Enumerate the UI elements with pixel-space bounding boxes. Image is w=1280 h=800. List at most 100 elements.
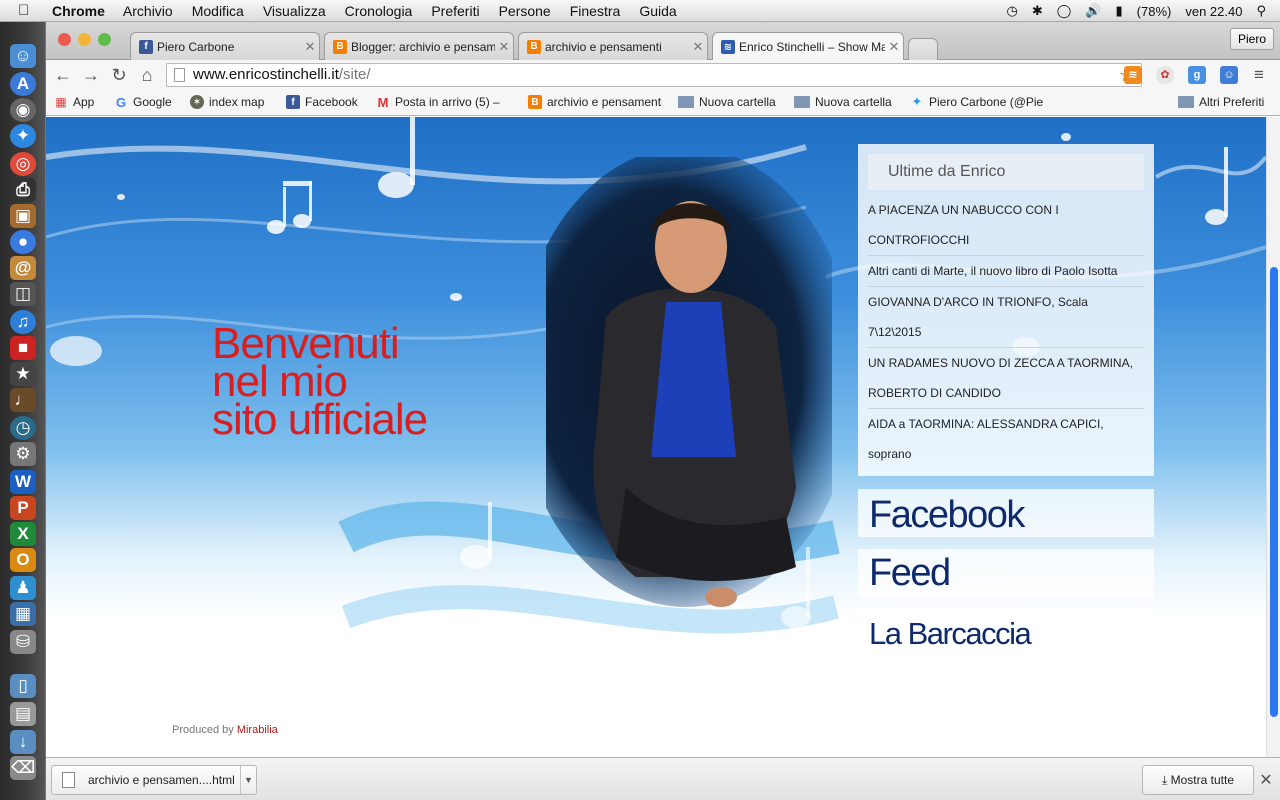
contacts-icon[interactable]: @ bbox=[10, 256, 36, 280]
forward-icon[interactable]: → bbox=[80, 64, 102, 86]
finder-icon[interactable]: ☺ bbox=[10, 44, 36, 68]
menu-finestra[interactable]: Finestra bbox=[570, 3, 621, 19]
page-icon bbox=[174, 68, 185, 82]
word-icon[interactable]: W bbox=[10, 470, 36, 494]
chrome-icon[interactable]: ◎ bbox=[10, 152, 36, 176]
tab-piero-carbone[interactable]: f Piero Carbone ✕ bbox=[130, 32, 320, 60]
spotlight-icon[interactable]: ⚲ bbox=[1256, 3, 1266, 19]
close-tab-icon[interactable]: ✕ bbox=[301, 39, 319, 55]
facetime-icon[interactable]: ● bbox=[10, 230, 36, 254]
close-downloads-icon[interactable]: ✕ bbox=[1258, 770, 1274, 790]
outlook-icon[interactable]: O bbox=[10, 548, 36, 572]
download-item[interactable]: archivio e pensamen....html ▼ bbox=[51, 765, 257, 795]
site-icon: ≋ bbox=[721, 40, 735, 54]
itunes-icon[interactable]: ♫ bbox=[10, 310, 36, 334]
imovie-icon[interactable]: ★ bbox=[10, 362, 36, 386]
safari-icon[interactable]: ✦ bbox=[10, 124, 36, 148]
footer-credit: Produced by Mirabilia bbox=[172, 724, 278, 736]
photo-booth-icon[interactable]: ■ bbox=[10, 336, 36, 360]
photos-icon[interactable]: ▣ bbox=[10, 204, 36, 228]
excel-icon[interactable]: X bbox=[10, 522, 36, 546]
downloads-folder-icon[interactable]: ↓ bbox=[10, 730, 36, 754]
documents-stack-icon[interactable]: ▤ bbox=[10, 702, 36, 726]
menu-persone[interactable]: Persone bbox=[499, 3, 551, 19]
news-item[interactable]: GIOVANNA D'ARCO IN TRIONFO, Scala 7\12\2… bbox=[868, 287, 1144, 348]
menu-archivio[interactable]: Archivio bbox=[123, 3, 173, 19]
tab-blogger[interactable]: B Blogger: archivio e pensam ✕ bbox=[324, 32, 514, 60]
bookmark-google[interactable]: G Google bbox=[114, 95, 172, 109]
menu-modifica[interactable]: Modifica bbox=[192, 3, 244, 19]
news-item[interactable]: UN RADAMES NUOVO DI ZECCA A TAORMINA, RO… bbox=[868, 348, 1144, 409]
profile-button[interactable]: Piero bbox=[1229, 28, 1274, 50]
show-all-downloads-button[interactable]: ⤓ Mostra tutte bbox=[1142, 765, 1254, 795]
menu-guida[interactable]: Guida bbox=[639, 3, 676, 19]
chrome-window: f Piero Carbone ✕ B Blogger: archivio e … bbox=[46, 22, 1280, 800]
utility-icon[interactable]: ⛁ bbox=[10, 630, 36, 654]
wifi-icon[interactable]: ◯ bbox=[1057, 3, 1072, 19]
back-icon[interactable]: ← bbox=[52, 64, 74, 86]
tab-enrico-stinchelli[interactable]: ≋ Enrico Stinchelli – Show Ma ✕ bbox=[712, 32, 904, 61]
minimize-window-button[interactable] bbox=[78, 33, 91, 46]
rss-extension-icon[interactable]: ≋ bbox=[1124, 66, 1142, 84]
news-item[interactable]: AIDA a TAORMINA: ALESSANDRA CAPICI, sopr… bbox=[868, 409, 1144, 469]
feed-link[interactable]: Feed bbox=[858, 549, 1154, 597]
facebook-link[interactable]: Facebook bbox=[858, 489, 1154, 537]
macos-menu-bar:  Chrome Archivio Modifica Visualizza Cr… bbox=[0, 0, 1280, 22]
home-icon[interactable]: ⌂ bbox=[136, 64, 158, 86]
tab-archivio-pensamenti[interactable]: B archivio e pensamenti ✕ bbox=[518, 32, 708, 60]
close-window-button[interactable] bbox=[58, 33, 71, 46]
menu-cronologia[interactable]: Cronologia bbox=[345, 3, 413, 19]
news-item[interactable]: Altri canti di Marte, il nuovo libro di … bbox=[868, 256, 1144, 287]
bookmark-index-map[interactable]: ✶ index map bbox=[190, 95, 264, 109]
garageband-icon[interactable]: ♩ bbox=[10, 388, 36, 412]
new-tab-button[interactable] bbox=[908, 38, 938, 60]
preview-icon[interactable]: ◫ bbox=[10, 282, 36, 306]
bluetooth-icon[interactable]: ✱ bbox=[1032, 3, 1043, 19]
color-extension-icon[interactable]: ✿ bbox=[1156, 66, 1174, 84]
menu-preferiti[interactable]: Preferiti bbox=[431, 3, 479, 19]
menu-visualizza[interactable]: Visualizza bbox=[263, 3, 326, 19]
volume-icon[interactable]: 🔊 bbox=[1085, 3, 1101, 19]
trash-icon[interactable]: ⌫ bbox=[10, 756, 36, 780]
chevron-down-icon[interactable]: ▼ bbox=[240, 766, 256, 794]
printer-icon[interactable]: ⎙ bbox=[10, 178, 36, 202]
time-machine-dock-icon[interactable]: ◷ bbox=[10, 416, 36, 440]
downloads-bar: archivio e pensamen....html ▼ ⤓ Mostra t… bbox=[46, 757, 1280, 800]
la-barcaccia-link[interactable]: La Barcaccia bbox=[858, 609, 1154, 657]
bookmark-gmail[interactable]: M Posta in arrivo (5) – bbox=[376, 95, 514, 109]
address-bar[interactable]: www.enricostinchelli.it/site/ ☆ bbox=[166, 63, 1142, 87]
powerpoint-icon[interactable]: P bbox=[10, 496, 36, 520]
launchpad-icon[interactable]: ◉ bbox=[10, 98, 36, 122]
menu-app-name[interactable]: Chrome bbox=[52, 3, 105, 19]
app-store-icon[interactable]: A bbox=[10, 72, 36, 96]
chrome-menu-icon[interactable]: ≡ bbox=[1250, 66, 1268, 84]
news-list: A PIACENZA UN NABUCCO CON I CONTROFIOCCH… bbox=[868, 195, 1144, 469]
facebook-icon: f bbox=[139, 39, 153, 54]
close-tab-icon[interactable]: ✕ bbox=[689, 39, 707, 55]
battery-icon[interactable]: ▮ bbox=[1116, 3, 1123, 19]
bookmark-archivio[interactable]: B archivio e pensamenti bbox=[528, 95, 662, 109]
app-icon[interactable]: ▦ bbox=[10, 602, 36, 626]
translate-extension-icon[interactable]: g bbox=[1188, 66, 1206, 84]
bookmark-folder-2[interactable]: Nuova cartella bbox=[794, 95, 892, 109]
time-machine-icon[interactable]: ◷ bbox=[1007, 3, 1018, 19]
system-preferences-icon[interactable]: ⚙ bbox=[10, 442, 36, 466]
news-item[interactable]: A PIACENZA UN NABUCCO CON I CONTROFIOCCH… bbox=[868, 195, 1144, 256]
applications-folder-icon[interactable]: ▯ bbox=[10, 674, 36, 698]
bookmark-folder-1[interactable]: Nuova cartella bbox=[678, 95, 776, 109]
apple-menu-icon[interactable]:  bbox=[18, 2, 38, 19]
bookmark-app[interactable]: ▦ App bbox=[54, 95, 94, 109]
page-scrollbar[interactable] bbox=[1266, 117, 1280, 757]
bookmark-twitter[interactable]: ✦ Piero Carbone (@Pie bbox=[910, 95, 1044, 109]
scroll-thumb[interactable] bbox=[1270, 267, 1278, 717]
reload-icon[interactable]: ↻ bbox=[108, 64, 130, 86]
messenger-icon[interactable]: ♟ bbox=[10, 576, 36, 600]
account-extension-icon[interactable]: ☺ bbox=[1220, 66, 1238, 84]
bookmark-other[interactable]: Altri Preferiti bbox=[1178, 95, 1264, 109]
close-tab-icon[interactable]: ✕ bbox=[495, 39, 513, 55]
zoom-window-button[interactable] bbox=[98, 33, 111, 46]
close-tab-icon[interactable]: ✕ bbox=[885, 39, 903, 55]
bookmark-facebook[interactable]: f Facebook bbox=[286, 95, 358, 109]
menubar-clock[interactable]: ven 22.40 bbox=[1185, 4, 1242, 19]
mirabilia-link[interactable]: Mirabilia bbox=[237, 724, 278, 736]
